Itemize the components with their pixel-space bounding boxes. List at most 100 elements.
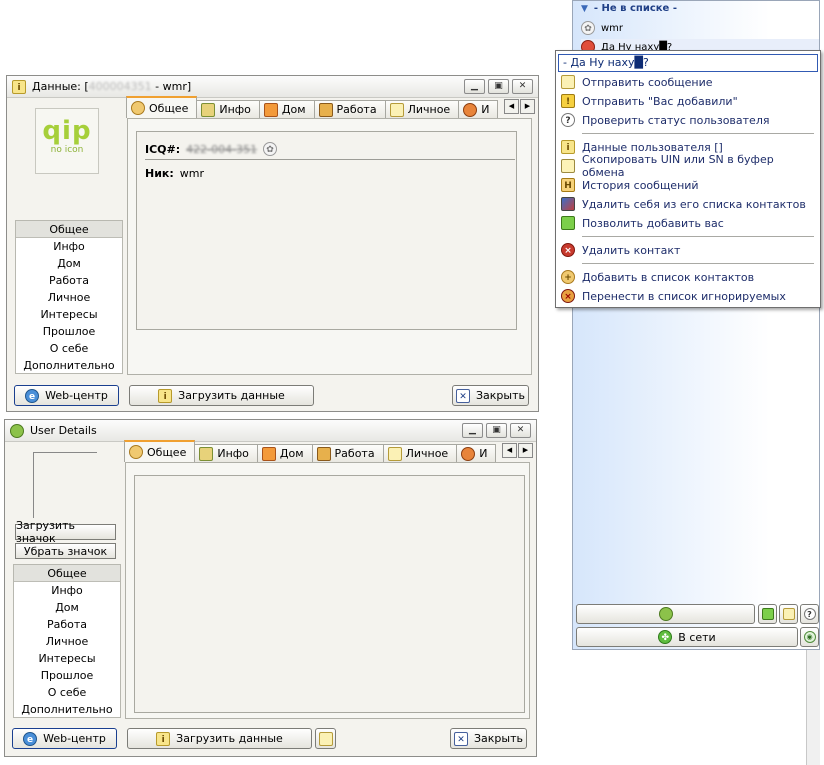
close-window-button[interactable]: ✕ [510, 423, 531, 438]
menu-item-label: Отправить "Вас добавили" [582, 94, 738, 108]
remove-self-icon [561, 197, 575, 211]
home-icon [263, 102, 278, 117]
maximize-button[interactable]: ▣ [488, 79, 509, 94]
home-icon [261, 446, 276, 461]
check-status-icon: ? [561, 113, 575, 127]
menu-item-check-status[interactable]: ? Проверить статус пользователя [558, 111, 818, 129]
scrollbar[interactable] [806, 650, 820, 765]
tab-bar: Общее Инфо Дом Работа Личное И [124, 440, 498, 462]
menu-separator [582, 133, 814, 134]
menu-item-send-message[interactable]: Отправить сообщение [558, 73, 818, 91]
nav-item-info[interactable]: Инфо [14, 582, 120, 599]
menu-item-remove-self[interactable]: Удалить себя из его списка контактов [558, 195, 818, 213]
close-button[interactable]: ✕ Закрыть [450, 728, 527, 749]
menu-item-allow-add[interactable]: Позволить добавить вас [558, 214, 818, 232]
nav-item-additional[interactable]: Дополнительно [16, 357, 122, 374]
visibility-button[interactable]: ◉ [800, 627, 819, 647]
menu-item-delete-contact[interactable]: × Удалить контакт [558, 241, 818, 259]
list-icon [782, 608, 795, 620]
avatar-placeholder [33, 452, 97, 518]
nav-item-about[interactable]: О себе [14, 684, 120, 701]
history-icon: H [561, 178, 575, 192]
ignore-icon: × [561, 289, 575, 303]
tab-home[interactable]: Дом [256, 444, 313, 462]
status-button[interactable]: ✤ В сети [576, 627, 798, 647]
tab-info[interactable]: Инфо [196, 100, 260, 118]
menu-item-label: Данные пользователя [] [582, 140, 723, 154]
divider [145, 159, 515, 160]
nick-row: Ник: wmr [145, 167, 204, 180]
tab-personal[interactable]: Личное [384, 100, 460, 118]
titlebar[interactable]: i Данные: [400004351 - wmr] ▁ ▣ ✕ [7, 76, 538, 98]
nav-item-general[interactable]: Общее [16, 221, 122, 238]
webcenter-button[interactable]: e Web-центр [12, 728, 117, 749]
menu-item-ignore[interactable]: × Перенести в список игнорируемых [558, 287, 818, 305]
flower-icon: ✿ [581, 21, 595, 35]
menu-item-add-contact[interactable]: + Добавить в список контактов [558, 268, 818, 286]
nav-item-interests[interactable]: Интересы [16, 306, 122, 323]
tab-info[interactable]: Инфо [194, 444, 258, 462]
nav-item-past[interactable]: Прошлое [16, 323, 122, 340]
briefcase-icon [316, 446, 331, 461]
nav-item-personal[interactable]: Личное [14, 633, 120, 650]
tab-scroll-left[interactable]: ◀ [504, 99, 519, 114]
save-file-button[interactable] [315, 728, 336, 749]
tab-personal[interactable]: Личное [382, 444, 458, 462]
help-button[interactable]: ? [800, 604, 819, 624]
menu-item-label: Удалить контакт [582, 243, 681, 257]
tab-general[interactable]: Общее [126, 96, 198, 118]
tab-general[interactable]: Общее [124, 440, 196, 462]
contact-item[interactable]: ✿ wmr [581, 21, 623, 35]
load-data-button[interactable]: i Загрузить данные [129, 385, 314, 406]
added-notify-icon: ! [561, 94, 575, 108]
tab-interests[interactable]: И [458, 100, 499, 118]
nav-item-home[interactable]: Дом [14, 599, 120, 616]
context-menu: - Да Ну наху█? Отправить сообщение ! Отпр… [555, 50, 821, 308]
close-button[interactable]: ✕ Закрыть [452, 385, 529, 406]
titlebar[interactable]: User Details ▁ ▣ ✕ [5, 420, 536, 442]
tab-work[interactable]: Работа [311, 444, 384, 462]
minimize-button[interactable]: ▁ [464, 79, 485, 94]
nav-item-interests[interactable]: Интересы [14, 650, 120, 667]
upload-icon-button[interactable]: Загрузить значок [15, 519, 116, 545]
nav-item-work[interactable]: Работа [16, 272, 122, 289]
nav-item-home[interactable]: Дом [16, 255, 122, 272]
nav-item-info[interactable]: Инфо [16, 238, 122, 255]
menu-item-copy-uin[interactable]: Скопировать UIN или SN в буфер обмена [558, 153, 818, 179]
nav-item-personal[interactable]: Личное [16, 289, 122, 306]
tab-home[interactable]: Дом [258, 100, 315, 118]
nav-item-past[interactable]: Прошлое [14, 667, 120, 684]
maximize-button[interactable]: ▣ [486, 423, 507, 438]
info-icon: i [12, 79, 26, 94]
menu-separator [582, 236, 814, 237]
category-nav: Общее Инфо Дом Работа Личное Интересы Пр… [15, 220, 123, 374]
globe-icon: e [23, 731, 38, 746]
tab-work[interactable]: Работа [313, 100, 386, 118]
tab-scroll-left[interactable]: ◀ [502, 443, 517, 458]
tab-scroll-right[interactable]: ▶ [518, 443, 533, 458]
contact-name: wmr [601, 22, 624, 34]
close-window-button[interactable]: ✕ [512, 79, 533, 94]
tab-interests[interactable]: И [456, 444, 497, 462]
search-contact-button[interactable] [758, 604, 777, 624]
menu-item-send-added[interactable]: ! Отправить "Вас добавили" [558, 92, 818, 110]
nick-value: wmr [179, 167, 205, 180]
phone-button[interactable] [576, 604, 755, 624]
category-nav: Общее Инфо Дом Работа Личное Интересы Пр… [13, 564, 121, 718]
nav-item-about[interactable]: О себе [16, 340, 122, 357]
load-data-button[interactable]: i Загрузить данные [127, 728, 312, 749]
nav-item-additional[interactable]: Дополнительно [14, 701, 120, 718]
info-tab-icon [199, 446, 214, 461]
webcenter-button[interactable]: e Web-центр [14, 385, 119, 406]
remove-icon-button[interactable]: Убрать значок [15, 543, 116, 559]
nav-item-general[interactable]: Общее [14, 565, 120, 582]
group-header[interactable]: ▼ - Не в списке - [581, 3, 677, 14]
minimize-button[interactable]: ▁ [462, 423, 483, 438]
tab-scroll-right[interactable]: ▶ [520, 99, 535, 114]
menu-item-history[interactable]: H История сообщений [558, 176, 818, 194]
manage-list-button[interactable] [779, 604, 798, 624]
general-icon [131, 101, 145, 115]
nav-item-work[interactable]: Работа [14, 616, 120, 633]
user-icon [10, 423, 24, 438]
close-icon: ✕ [456, 388, 470, 403]
